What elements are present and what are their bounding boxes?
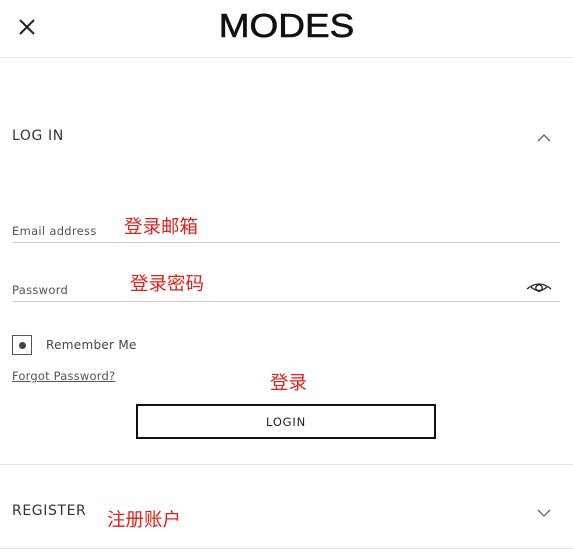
email-input[interactable] xyxy=(12,213,512,242)
annotation-login: 登录 xyxy=(270,373,308,394)
login-button[interactable]: LOGIN xyxy=(136,404,436,439)
checked-dot-icon xyxy=(19,342,26,349)
annotation-register: 注册账户 xyxy=(107,510,182,531)
show-password-button[interactable] xyxy=(526,279,552,297)
email-field[interactable]: Email address xyxy=(12,213,560,243)
section-divider xyxy=(0,464,573,465)
remember-me[interactable]: Remember Me xyxy=(12,335,212,357)
login-section-title: LOG IN xyxy=(12,128,64,144)
password-input[interactable] xyxy=(12,272,512,301)
chevron-down-icon[interactable] xyxy=(536,505,552,521)
password-field[interactable]: Password xyxy=(12,272,560,302)
chevron-up-icon[interactable] xyxy=(536,130,552,146)
login-page: MODES LOG IN Email address 登录邮箱 Password… xyxy=(0,0,573,556)
login-section-header[interactable]: LOG IN xyxy=(0,126,573,152)
register-section-title: REGISTER xyxy=(12,503,87,519)
register-section-header[interactable]: REGISTER xyxy=(0,501,573,527)
remember-me-label: Remember Me xyxy=(46,338,137,352)
eye-icon xyxy=(526,283,552,292)
annotation-email: 登录邮箱 xyxy=(124,217,199,238)
brand-logo[interactable]: MODES xyxy=(0,6,573,46)
annotation-password: 登录密码 xyxy=(130,274,205,295)
forgot-password-link[interactable]: Forgot Password? xyxy=(12,369,115,383)
remember-me-checkbox[interactable] xyxy=(12,335,32,355)
bottom-divider xyxy=(0,548,573,549)
header: MODES xyxy=(0,0,573,58)
